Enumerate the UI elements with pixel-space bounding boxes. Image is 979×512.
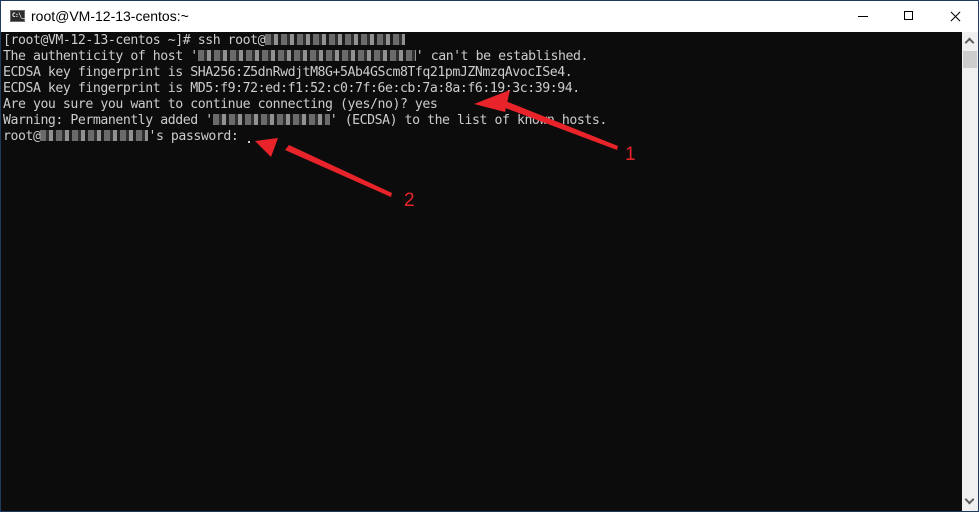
console-line: Are you sure you want to continue connec…: [3, 97, 438, 112]
cursor: [247, 141, 250, 143]
scroll-down-arrow-icon[interactable]: [962, 494, 978, 511]
title-bar[interactable]: C:\_ root@VM-12-13-centos:~: [1, 1, 978, 32]
annotation-label-2: 2: [404, 190, 415, 211]
console-output[interactable]: [root@VM-12-13-centos ~]# ssh root@ The …: [1, 32, 962, 511]
cmd-icon: C:\_: [10, 10, 25, 22]
close-button[interactable]: [932, 1, 978, 32]
redacted-ip: [40, 130, 149, 141]
console-line: root@'s password:: [3, 129, 250, 145]
console-line: ECDSA key fingerprint is SHA256:Z5dnRwdj…: [3, 65, 573, 80]
console-line: The authenticity of host ' ' can't be est…: [3, 49, 588, 64]
console-line: ECDSA key fingerprint is MD5:f9:72:ed:f1…: [3, 81, 580, 96]
redacted-ip: [212, 114, 330, 125]
console-line: Warning: Permanently added ' ' (ECDSA) to…: [3, 113, 607, 128]
console-line: [root@VM-12-13-centos ~]# ssh root@: [3, 33, 406, 49]
annotation-label-1: 1: [625, 144, 636, 165]
redacted-ip: [197, 50, 416, 61]
maximize-button[interactable]: [886, 1, 932, 32]
redacted-ip: [265, 34, 406, 45]
scrollbar-thumb[interactable]: [963, 51, 977, 68]
minimize-button[interactable]: [840, 1, 886, 32]
terminal-window: C:\_ root@VM-12-13-centos:~ [root@VM-12-…: [0, 0, 979, 512]
window-title: root@VM-12-13-centos:~: [31, 8, 189, 24]
scroll-up-arrow-icon[interactable]: [962, 32, 978, 49]
vertical-scrollbar[interactable]: [962, 32, 978, 511]
